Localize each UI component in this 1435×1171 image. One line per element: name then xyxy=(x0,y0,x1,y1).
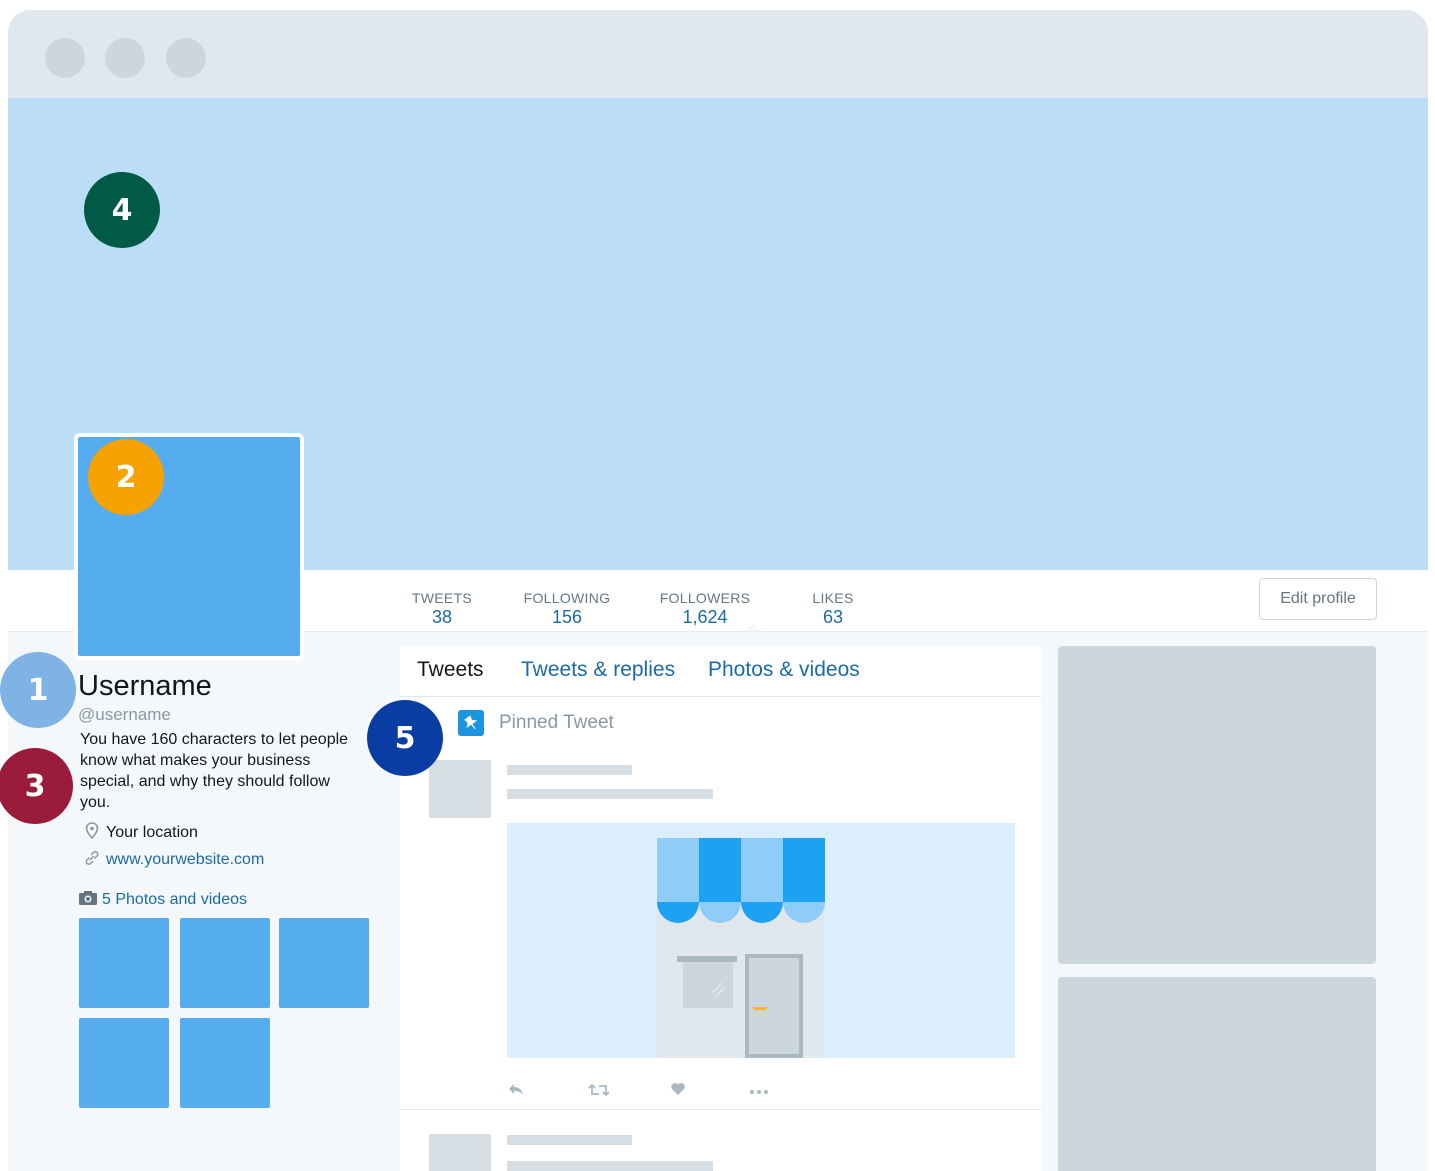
annotation-marker-5: 5 xyxy=(367,700,443,776)
storefront-illustration[interactable] xyxy=(507,823,1015,1058)
tweet-divider xyxy=(400,1109,1041,1110)
stat-followers[interactable]: FOLLOWERS 1,624 xyxy=(656,590,754,628)
tab-tweets-replies[interactable]: Tweets & replies xyxy=(521,658,675,682)
text-placeholder xyxy=(507,765,632,775)
annotation-marker-1: 1 xyxy=(0,652,76,728)
stat-following[interactable]: FOLLOWING 156 xyxy=(520,590,614,628)
profile-website[interactable]: www.yourwebsite.com xyxy=(82,849,264,871)
photo-thumbnail[interactable] xyxy=(79,1018,169,1108)
edit-profile-button[interactable]: Edit profile xyxy=(1259,578,1377,620)
active-stat-caret xyxy=(745,623,761,631)
sidebar-card xyxy=(1058,646,1376,964)
pinned-tweet-label: Pinned Tweet xyxy=(499,712,614,733)
photo-thumbnail[interactable] xyxy=(79,918,169,1008)
tweet-avatar-placeholder xyxy=(429,1134,491,1171)
stat-label: LIKES xyxy=(812,590,854,606)
stat-value: 1,624 xyxy=(682,607,728,627)
browser-window: TWEETS 38 FOLLOWING 156 FOLLOWERS 1,624 … xyxy=(8,10,1428,1171)
reply-icon[interactable] xyxy=(507,1082,525,1100)
text-placeholder xyxy=(507,1161,713,1171)
location-text: Your location xyxy=(106,824,198,841)
text-placeholder xyxy=(507,789,713,799)
profile-bio: You have 160 characters to let people kn… xyxy=(80,731,349,811)
profile-name: Username xyxy=(78,670,212,702)
timeline-panel: Tweets Tweets & replies Photos & videos … xyxy=(400,646,1041,1171)
stat-likes[interactable]: LIKES 63 xyxy=(808,590,858,628)
photo-thumbnail[interactable] xyxy=(279,918,369,1008)
photos-videos-label[interactable]: 5 Photos and videos xyxy=(102,891,247,909)
stat-value: 38 xyxy=(431,607,453,627)
window-titlebar xyxy=(8,10,1428,98)
tab-photos-videos[interactable]: Photos & videos xyxy=(708,658,860,682)
more-icon[interactable] xyxy=(749,1082,769,1099)
stat-label: FOLLOWING xyxy=(523,590,611,606)
tweet-avatar-placeholder xyxy=(429,760,491,818)
photos-videos-link[interactable]: 5 Photos and videos xyxy=(79,890,247,910)
stat-value: 156 xyxy=(551,607,583,627)
like-icon[interactable] xyxy=(670,1082,686,1100)
text-placeholder xyxy=(507,1135,632,1145)
stat-tweets[interactable]: TWEETS 38 xyxy=(409,590,475,628)
retweet-icon[interactable] xyxy=(588,1082,610,1102)
annotation-marker-3: 3 xyxy=(0,748,73,824)
annotation-marker-4: 4 xyxy=(84,172,160,248)
stat-label: TWEETS xyxy=(411,590,473,606)
annotation-marker-2: 2 xyxy=(88,439,164,515)
profile-handle: @username xyxy=(78,705,171,724)
stat-value: 63 xyxy=(822,607,844,627)
location-pin-icon xyxy=(82,822,102,844)
tab-tweets[interactable]: Tweets xyxy=(417,658,484,682)
window-minimize-dot[interactable] xyxy=(105,38,145,78)
window-maximize-dot[interactable] xyxy=(166,38,206,78)
link-icon xyxy=(82,849,102,871)
pin-icon xyxy=(458,710,484,736)
website-link[interactable]: www.yourwebsite.com xyxy=(106,851,264,869)
photo-thumbnail[interactable] xyxy=(180,1018,270,1108)
stat-label: FOLLOWERS xyxy=(659,590,751,606)
camera-icon xyxy=(78,890,98,910)
profile-location: Your location xyxy=(82,822,198,844)
window-close-dot[interactable] xyxy=(45,38,85,78)
photo-thumbnail[interactable] xyxy=(180,918,270,1008)
sidebar-card xyxy=(1058,977,1376,1171)
timeline-tabs: Tweets Tweets & replies Photos & videos xyxy=(400,646,1041,697)
